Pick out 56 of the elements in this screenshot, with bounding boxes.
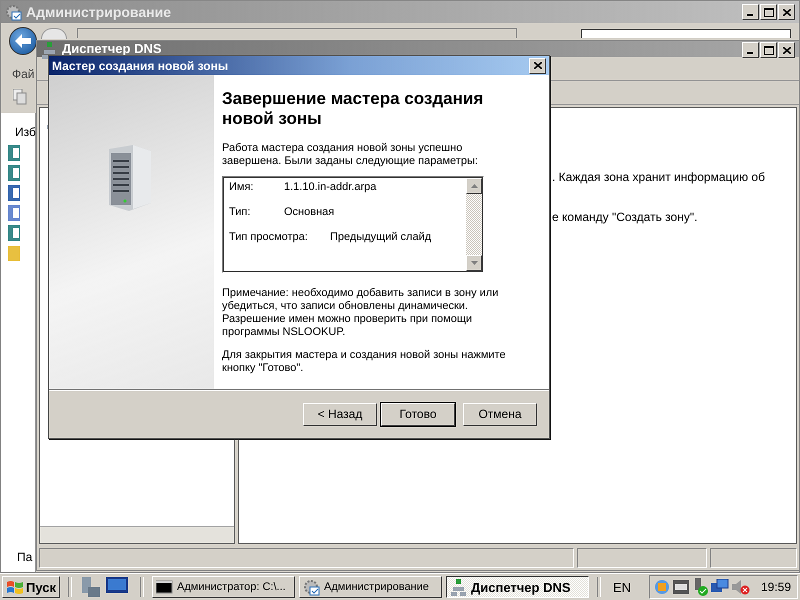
dns-icon — [450, 578, 467, 596]
minimize-button[interactable] — [742, 4, 759, 20]
taskbar-button[interactable]: Диспетчер DNS — [446, 576, 589, 598]
windows-logo-icon — [6, 579, 24, 595]
description-text: е команду "Создать зону". — [552, 210, 698, 224]
console-icon — [156, 578, 173, 596]
intro-text: Работа мастера создания новой зоны успешно завершена. Были заданы следующие параметры: — [222, 142, 479, 168]
pages-icon — [13, 89, 27, 105]
start-button[interactable]: Пуск — [2, 576, 60, 598]
taskbar-button[interactable]: Администратор: C:\... — [152, 576, 295, 598]
maximize-icon — [764, 46, 774, 54]
close-button[interactable] — [529, 58, 546, 74]
maximize-button[interactable] — [760, 4, 777, 20]
gear-icon — [303, 578, 320, 596]
left-arrow-icon — [15, 34, 31, 48]
back-button[interactable] — [9, 27, 37, 55]
language-indicator[interactable]: EN — [609, 580, 636, 594]
close-icon — [782, 46, 790, 54]
close-button[interactable] — [778, 42, 795, 58]
dialog-title: Мастер создания новой зоны — [52, 58, 230, 72]
dialog-heading: Завершение мастера создания новой зоны — [222, 89, 484, 129]
close-button[interactable] — [778, 4, 795, 20]
dialog-button[interactable]: Готово — [381, 402, 455, 426]
instruction-text: Для закрытия мастера и создания новой зоны нажмите кнопку "Готово". — [222, 349, 507, 375]
scroll-bar[interactable] — [466, 177, 483, 272]
network-icon[interactable] — [710, 579, 729, 595]
summary-label: Имя: — [229, 181, 254, 193]
taskbar-button[interactable]: Администрирование — [299, 576, 442, 598]
up-arrow-icon[interactable] — [470, 184, 478, 188]
monitor-icon[interactable] — [106, 577, 128, 595]
clock[interactable]: 19:59 — [760, 580, 791, 594]
menu-item[interactable]: Фай — [12, 67, 34, 81]
server-icon — [109, 145, 151, 211]
maximize-button[interactable] — [760, 42, 777, 58]
scroll-bar[interactable] — [40, 526, 234, 543]
gear-icon — [5, 4, 22, 20]
summary-label: Тип просмотра: — [229, 231, 309, 243]
minimize-button[interactable] — [742, 42, 759, 58]
summary-value: Предыдущий слайд — [330, 231, 432, 243]
window-title: Диспетчер DNS — [62, 42, 162, 56]
pane-title: Изб — [14, 124, 35, 141]
summary-value: Основная — [284, 206, 334, 218]
status-text: Па — [16, 550, 34, 566]
dialog-button[interactable]: Отмена — [463, 402, 537, 426]
close-icon — [782, 8, 790, 16]
summary-label: Тип: — [229, 206, 252, 218]
close-icon — [534, 62, 542, 69]
description-text: . Каждая зона хранит информацию об — [552, 170, 766, 184]
maximize-icon — [764, 8, 774, 16]
window-title: Администрирование — [26, 4, 171, 20]
speaker-muted-icon[interactable] — [732, 579, 750, 595]
dialog-button[interactable]: < Назад — [303, 402, 377, 426]
summary-value: 1.1.10.in-addr.arpa — [284, 181, 376, 193]
note-text: Примечание: необходимо добавить записи в зону или убедиться, что записи обновлены динамически. Разрешение имен можно проверить при помощи программы NSLOOKUP. — [222, 287, 500, 339]
search-field[interactable] — [581, 29, 791, 38]
down-arrow-icon[interactable] — [470, 261, 478, 265]
